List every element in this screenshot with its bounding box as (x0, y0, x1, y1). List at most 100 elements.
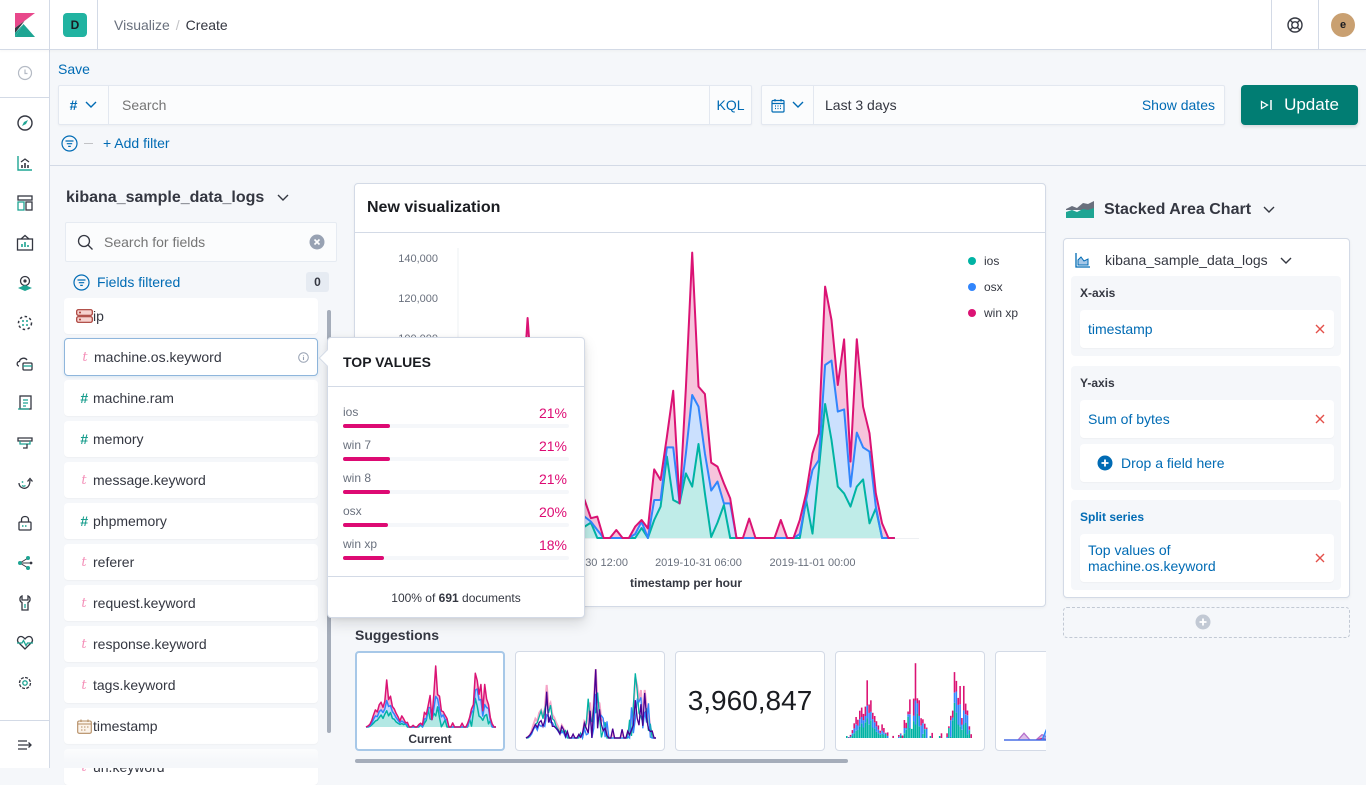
infrastructure-icon[interactable] (15, 353, 35, 373)
top-value-label: osx (343, 503, 362, 519)
add-filter-button[interactable]: + Add filter (103, 135, 170, 151)
show-dates-link[interactable]: Show dates (1142, 86, 1215, 124)
drop-field-zone[interactable]: Drop a field here (1080, 444, 1334, 482)
x-axis-dimension[interactable]: timestamp (1080, 310, 1334, 348)
breadcrumb-visualize[interactable]: Visualize (114, 17, 170, 33)
field-item[interactable]: t referer (64, 544, 318, 580)
user-menu-button[interactable]: e (1318, 0, 1366, 49)
suggestion-card[interactable] (835, 651, 985, 751)
fields-filtered-toggle[interactable]: Fields filtered (97, 274, 180, 290)
field-type-toggle[interactable]: # (59, 86, 109, 124)
thumb-bar-osx (855, 724, 857, 730)
x-axis-title: timestamp per hour (630, 576, 742, 590)
field-item[interactable]: # machine.ram (64, 380, 318, 416)
field-item[interactable]: timestamp (64, 708, 318, 744)
thumb-bar-ios (850, 737, 852, 738)
field-item[interactable]: t response.keyword (64, 626, 318, 662)
suggestion-card[interactable] (995, 651, 1046, 751)
thumb-bar-ios (969, 730, 971, 738)
top-value-label: ios (343, 404, 358, 420)
dashboard-icon[interactable] (15, 193, 35, 213)
clock-icon[interactable] (15, 63, 35, 83)
remove-icon[interactable] (1314, 552, 1326, 564)
filter-options-icon[interactable] (61, 135, 78, 152)
info-icon[interactable] (298, 352, 309, 363)
index-pattern-switcher[interactable]: kibana_sample_data_logs (66, 188, 289, 208)
update-button[interactable]: Update (1241, 85, 1358, 125)
layer-index-pattern-switcher[interactable]: kibana_sample_data_logs (1105, 252, 1292, 268)
logs-icon[interactable] (15, 393, 35, 413)
management-icon[interactable] (15, 673, 35, 693)
x-axis-label: X-axis (1080, 285, 1115, 301)
popover-divider (328, 386, 584, 387)
y-axis-dimension[interactable]: Sum of bytes (1080, 400, 1334, 438)
thumb-bar-win-xp (879, 731, 881, 733)
compass-icon[interactable] (15, 113, 35, 133)
plus-circle-icon (1195, 614, 1211, 630)
field-item[interactable]: t tags.keyword (64, 667, 318, 703)
field-item[interactable]: t request.keyword (64, 585, 318, 621)
suggestion-card-current[interactable]: Current (355, 651, 505, 751)
machine-learning-icon[interactable] (15, 313, 35, 333)
dev-tools-icon[interactable] (15, 593, 35, 613)
visualize-icon[interactable] (15, 153, 35, 173)
apm-icon[interactable] (15, 433, 35, 453)
legend-label: osx (984, 280, 1003, 294)
top-value-label: win 7 (343, 437, 371, 453)
thumb-bar-ios (876, 732, 878, 738)
remove-icon[interactable] (1314, 413, 1326, 425)
clear-search-icon[interactable] (309, 234, 325, 250)
field-search-input[interactable] (102, 223, 302, 261)
graph-icon[interactable] (15, 553, 35, 573)
popover-title: TOP VALUES (343, 354, 431, 370)
kibana-logo-icon[interactable] (15, 13, 35, 37)
legend-item-osx[interactable]: osx (968, 280, 1003, 294)
uptime-icon[interactable] (15, 473, 35, 493)
split-series-dimension[interactable]: Top values of machine.os.keyword (1080, 534, 1334, 582)
field-item[interactable]: t message.keyword (64, 462, 318, 498)
space-avatar[interactable]: D (63, 13, 87, 37)
legend-item-win-xp[interactable]: win xp (968, 306, 1018, 320)
thumb-bar-osx (904, 728, 906, 733)
date-range-value[interactable]: Last 3 days (825, 86, 897, 124)
field-name: timestamp (93, 717, 158, 735)
thumb-bar-osx (956, 692, 958, 713)
search-input[interactable] (109, 86, 709, 124)
field-item[interactable]: ip (64, 298, 318, 334)
thumb-bar-osx (907, 714, 909, 716)
thumb-bar-ios (965, 723, 967, 738)
thumb-bar-osx (905, 728, 907, 730)
siem-icon[interactable] (15, 513, 35, 533)
chart-type-switcher[interactable]: Stacked Area Chart (1104, 200, 1275, 220)
field-item-selected[interactable]: t machine.os.keyword (64, 338, 318, 376)
number-type-icon: # (74, 380, 94, 416)
metric-value: 3,960,847 (688, 685, 813, 717)
query-language-button[interactable]: KQL (709, 86, 751, 124)
thumb-bar-win-xp (961, 718, 963, 725)
legend-item-ios[interactable]: ios (968, 254, 999, 268)
help-menu-button[interactable] (1271, 0, 1318, 49)
canvas-icon[interactable] (15, 233, 35, 253)
thumb-bar-ios (957, 725, 959, 739)
field-item[interactable]: # phpmemory (64, 503, 318, 539)
thumb-bar-osx (883, 732, 885, 735)
thumb-bar-win-xp (965, 704, 967, 715)
suggestions-scrollbar[interactable] (355, 759, 848, 763)
monitoring-icon[interactable] (15, 633, 35, 653)
field-item[interactable]: # memory (64, 421, 318, 457)
quick-select-button[interactable] (762, 86, 814, 124)
thumb-bar-ios (924, 729, 926, 738)
suggestion-card-metric[interactable]: 3,960,847 (675, 651, 825, 751)
suggestion-card[interactable] (515, 651, 665, 751)
top-value-percent: 20% (539, 504, 567, 520)
thumb-bar-ios (913, 721, 915, 738)
save-link[interactable]: Save (58, 61, 90, 77)
menu-collapse-icon[interactable] (15, 735, 35, 755)
maps-icon[interactable] (15, 273, 35, 293)
visualization-title[interactable]: New visualization (367, 198, 500, 218)
thumb-bar-ios (846, 736, 848, 738)
add-layer-button[interactable] (1063, 607, 1350, 638)
remove-icon[interactable] (1314, 323, 1326, 335)
thumb-bar-win-xp (874, 716, 876, 722)
thumb-bar-osx (870, 712, 872, 720)
